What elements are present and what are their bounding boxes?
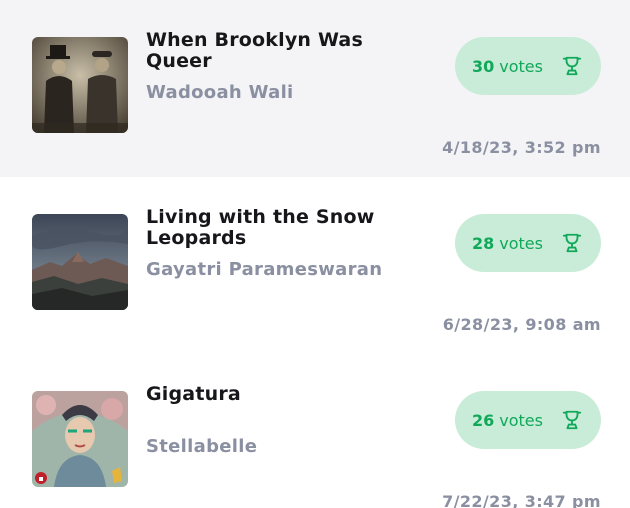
thumbnail-vintage-portrait[interactable] [32,37,128,133]
list-item[interactable]: Gigatura Stellabelle 26 votes 7/22/23, 3… [0,354,630,508]
entry-date: 4/18/23, 3:52 pm [442,138,601,157]
thumbnail-mountain-landscape[interactable] [32,214,128,310]
list-item[interactable]: Living with the Snow Leopards Gayatri Pa… [0,177,630,354]
vote-label: votes [499,233,543,253]
portrait-art-image [32,391,128,487]
vote-button[interactable]: 26 votes [455,391,601,449]
thumbnail-portrait-art[interactable] [32,391,128,487]
vote-count: 28 [472,233,495,253]
entry-title[interactable]: When Brooklyn Was Queer [146,30,416,72]
trophy-icon [562,410,582,430]
vote-label: votes [499,410,543,430]
vote-count: 26 [472,410,495,430]
vote-button[interactable]: 30 votes [455,37,601,95]
vote-label: votes [499,56,543,76]
entry-author[interactable]: Gayatri Parameswaran [146,259,436,280]
trophy-icon [562,56,582,76]
vote-count: 30 [472,56,495,76]
entry-date: 6/28/23, 9:08 am [442,315,601,334]
mountain-landscape-image [32,214,128,310]
entry-author[interactable]: Wadooah Wali [146,82,436,103]
vote-button[interactable]: 28 votes [455,214,601,272]
trophy-icon [562,233,582,253]
entry-author[interactable]: Stellabelle [146,436,436,457]
entry-title[interactable]: Gigatura [146,384,416,405]
list-item[interactable]: When Brooklyn Was Queer Wadooah Wali 30 … [0,0,630,177]
vintage-portrait-image [32,37,128,133]
entry-date: 7/22/23, 3:47 pm [442,492,601,508]
entry-title[interactable]: Living with the Snow Leopards [146,207,416,249]
entries-list: When Brooklyn Was Queer Wadooah Wali 30 … [0,0,630,508]
